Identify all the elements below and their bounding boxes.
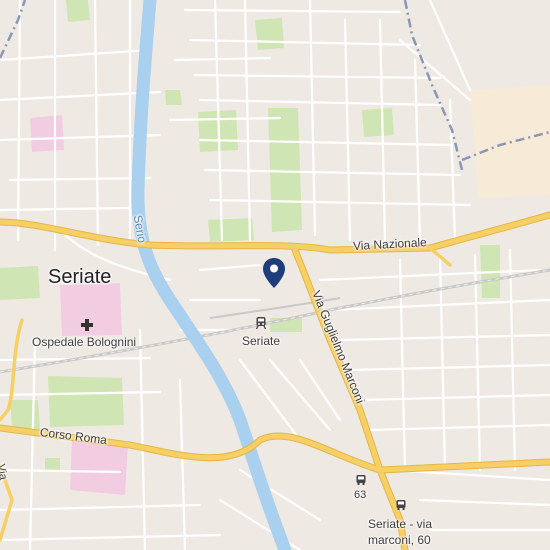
bus-stop-icon[interactable] <box>355 474 367 486</box>
bus-stop-icon[interactable] <box>395 499 407 511</box>
hospital-label: Ospedale Bolognini <box>32 335 137 349</box>
town-label: Seriate <box>48 266 112 288</box>
route-badge: 63 <box>354 489 367 501</box>
location-pin-icon[interactable] <box>262 257 286 289</box>
station-label: Seriate <box>242 334 281 348</box>
hospital-cross-icon[interactable] <box>80 318 94 332</box>
map-canvas[interactable]: Via Nazionale Via Guglielmo Marconi Cors… <box>0 0 550 550</box>
bus-stop-label: Seriate - via marconi, 60 <box>368 517 433 547</box>
train-station-icon[interactable] <box>255 316 267 330</box>
